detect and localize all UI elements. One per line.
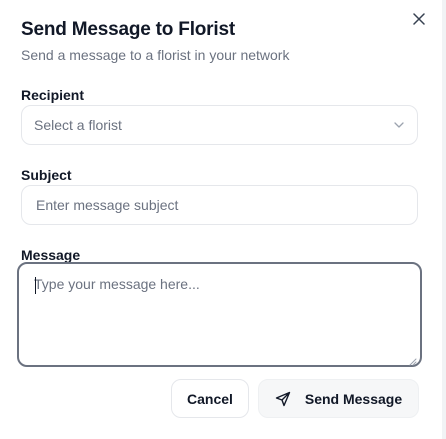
message-textarea[interactable]: [19, 264, 420, 365]
message-field: [17, 262, 422, 367]
recipient-select-value: Select a florist: [34, 117, 122, 133]
subject-field: [21, 185, 418, 225]
dialog-subtitle: Send a message to a florist in your netw…: [21, 47, 290, 63]
subject-input[interactable]: [34, 196, 405, 214]
cancel-button[interactable]: Cancel: [171, 379, 249, 418]
chevron-down-icon: [393, 119, 405, 131]
recipient-label: Recipient: [21, 87, 85, 103]
text-caret: [35, 277, 36, 294]
send-message-button-label: Send Message: [304, 390, 403, 407]
dialog-scrollbar-edge: [442, 0, 446, 439]
cancel-button-label: Cancel: [187, 390, 233, 407]
send-icon: [275, 391, 291, 407]
message-label: Message: [21, 247, 81, 263]
recipient-select[interactable]: Select a florist: [21, 105, 418, 145]
send-message-dialog: Send Message to Florist Send a message t…: [0, 0, 446, 439]
dialog-title: Send Message to Florist: [21, 19, 235, 40]
close-icon: [413, 12, 425, 30]
resize-handle-icon[interactable]: [408, 353, 417, 366]
subject-label: Subject: [21, 167, 72, 183]
close-button[interactable]: [410, 12, 428, 30]
send-message-button[interactable]: Send Message: [258, 379, 419, 418]
